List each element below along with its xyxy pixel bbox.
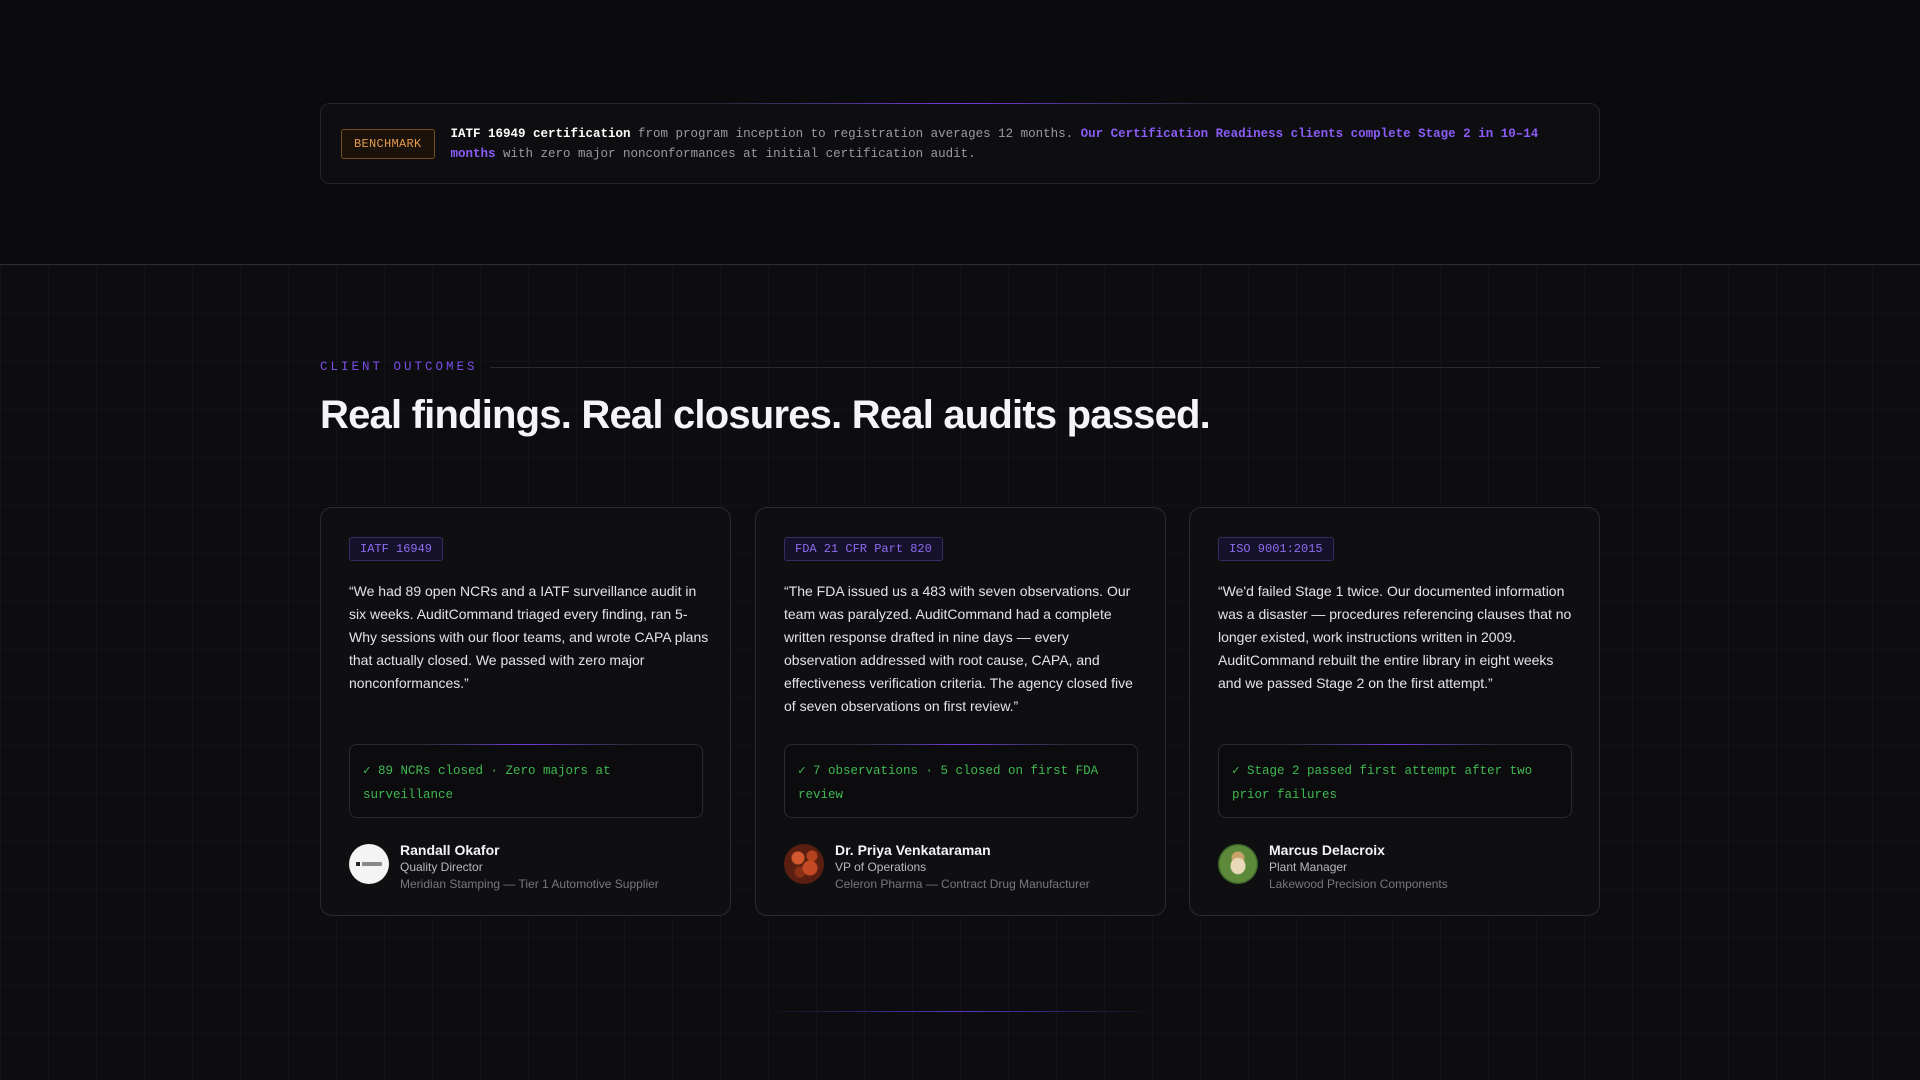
benchmark-badge: BENCHMARK: [341, 128, 435, 159]
result-box: ✓ Stage 2 passed first attempt after two…: [1218, 744, 1572, 818]
author-role: Plant Manager: [1269, 860, 1348, 874]
author-role: VP of Operations: [835, 860, 927, 874]
standard-tag: ISO 9001:2015: [1218, 537, 1334, 561]
eyebrow-rule: [489, 366, 1600, 368]
page: BENCHMARK IATF 16949 certification from …: [0, 0, 1920, 1080]
result-text: ✓ Stage 2 passed first attempt after two…: [1232, 764, 1533, 802]
benchmark-strong-text: IATF 16949 certification: [450, 126, 631, 141]
testimonial-quote: “We'd failed Stage 1 twice. Our document…: [1218, 583, 1572, 691]
result-text: ✓ 7 observations · 5 closed on first FDA…: [798, 764, 1099, 802]
author-info: Dr. Priya Venkataraman VP of Operations …: [835, 842, 1090, 893]
author-organization: Lakewood Precision Components: [1269, 877, 1448, 891]
section-headline: Real findings. Real closures. Real audit…: [320, 393, 1211, 437]
author-info: Marcus Delacroix Plant Manager Lakewood …: [1269, 842, 1448, 893]
author-role: Quality Director: [400, 860, 483, 874]
author-info: Randall Okafor Quality Director Meridian…: [400, 842, 659, 893]
profile-photo-avatar: [784, 844, 824, 884]
testimonial-cards: IATF 16949 “We had 89 open NCRs and a IA…: [320, 507, 1600, 916]
testimonial-card: IATF 16949 “We had 89 open NCRs and a IA…: [320, 507, 731, 916]
standard-tag: IATF 16949: [349, 537, 444, 561]
result-text: ✓ 89 NCRs closed · Zero majors at survei…: [363, 764, 611, 802]
logo-mark-icon: [356, 862, 382, 866]
author-organization: Meridian Stamping — Tier 1 Automotive Su…: [400, 877, 659, 891]
author: Marcus Delacroix Plant Manager Lakewood …: [1218, 842, 1448, 893]
result-box: ✓ 89 NCRs closed · Zero majors at survei…: [349, 744, 703, 818]
author: Dr. Priya Venkataraman VP of Operations …: [784, 842, 1090, 893]
benchmark-body-text: from program inception to registration a…: [630, 126, 1081, 141]
testimonial-card: FDA 21 CFR Part 820 “The FDA issued us a…: [755, 507, 1166, 916]
benchmark-section: BENCHMARK IATF 16949 certification from …: [0, 0, 1920, 264]
author-organization: Celeron Pharma — Contract Drug Manufactu…: [835, 877, 1090, 891]
author: Randall Okafor Quality Director Meridian…: [349, 842, 659, 893]
section-eyebrow: CLIENT OUTCOMES: [320, 360, 478, 374]
benchmark-body-text-2: with zero major nonconformances at initi…: [495, 146, 976, 161]
result-box: ✓ 7 observations · 5 closed on first FDA…: [784, 744, 1138, 818]
author-name: Dr. Priya Venkataraman: [835, 842, 991, 858]
testimonial-quote: “The FDA issued us a 483 with seven obse…: [784, 583, 1133, 714]
benchmark-callout: BENCHMARK IATF 16949 certification from …: [320, 103, 1600, 184]
author-name: Marcus Delacroix: [1269, 842, 1385, 858]
client-outcomes-section: CLIENT OUTCOMES Real findings. Real clos…: [0, 265, 1920, 1080]
benchmark-text: IATF 16949 certification from program in…: [451, 124, 1579, 164]
testimonial-quote: “We had 89 open NCRs and a IATF surveill…: [349, 583, 709, 691]
company-logo-avatar: [349, 844, 389, 884]
eyebrow-row: CLIENT OUTCOMES: [320, 360, 1600, 374]
standard-tag: FDA 21 CFR Part 820: [784, 537, 943, 561]
testimonial-card: ISO 9001:2015 “We'd failed Stage 1 twice…: [1189, 507, 1600, 916]
bottom-glow-divider: [760, 1011, 1160, 1012]
profile-photo-avatar: [1218, 844, 1258, 884]
author-name: Randall Okafor: [400, 842, 500, 858]
